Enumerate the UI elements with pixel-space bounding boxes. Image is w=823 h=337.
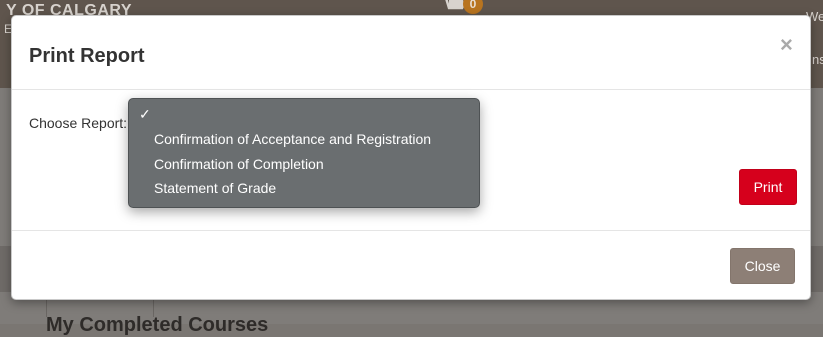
report-option-label: Statement of Grade bbox=[154, 180, 277, 196]
nav-text-fragment: ns bbox=[812, 52, 823, 67]
modal-header-divider bbox=[12, 89, 810, 90]
choose-report-label: Choose Report: bbox=[29, 115, 128, 131]
page-heading: My Completed Courses bbox=[46, 314, 269, 336]
report-option-completion[interactable]: Confirmation of Completion bbox=[129, 152, 479, 176]
report-option-acceptance-registration[interactable]: Confirmation of Acceptance and Registrat… bbox=[129, 127, 479, 151]
modal-footer-divider bbox=[12, 230, 810, 231]
check-icon: ✓ bbox=[139, 106, 151, 122]
report-option-label: Confirmation of Acceptance and Registrat… bbox=[154, 131, 432, 147]
report-option-statement-of-grade[interactable]: Statement of Grade bbox=[129, 176, 479, 200]
print-button[interactable]: Print bbox=[739, 169, 797, 205]
report-option-blank[interactable]: ✓ bbox=[129, 102, 479, 126]
report-select-dropdown[interactable]: ✓ Confirmation of Acceptance and Registr… bbox=[128, 98, 480, 208]
close-icon[interactable]: × bbox=[780, 32, 793, 58]
report-option-label: Confirmation of Completion bbox=[154, 156, 324, 172]
modal-title: Print Report bbox=[29, 45, 145, 67]
close-button[interactable]: Close bbox=[730, 248, 795, 284]
